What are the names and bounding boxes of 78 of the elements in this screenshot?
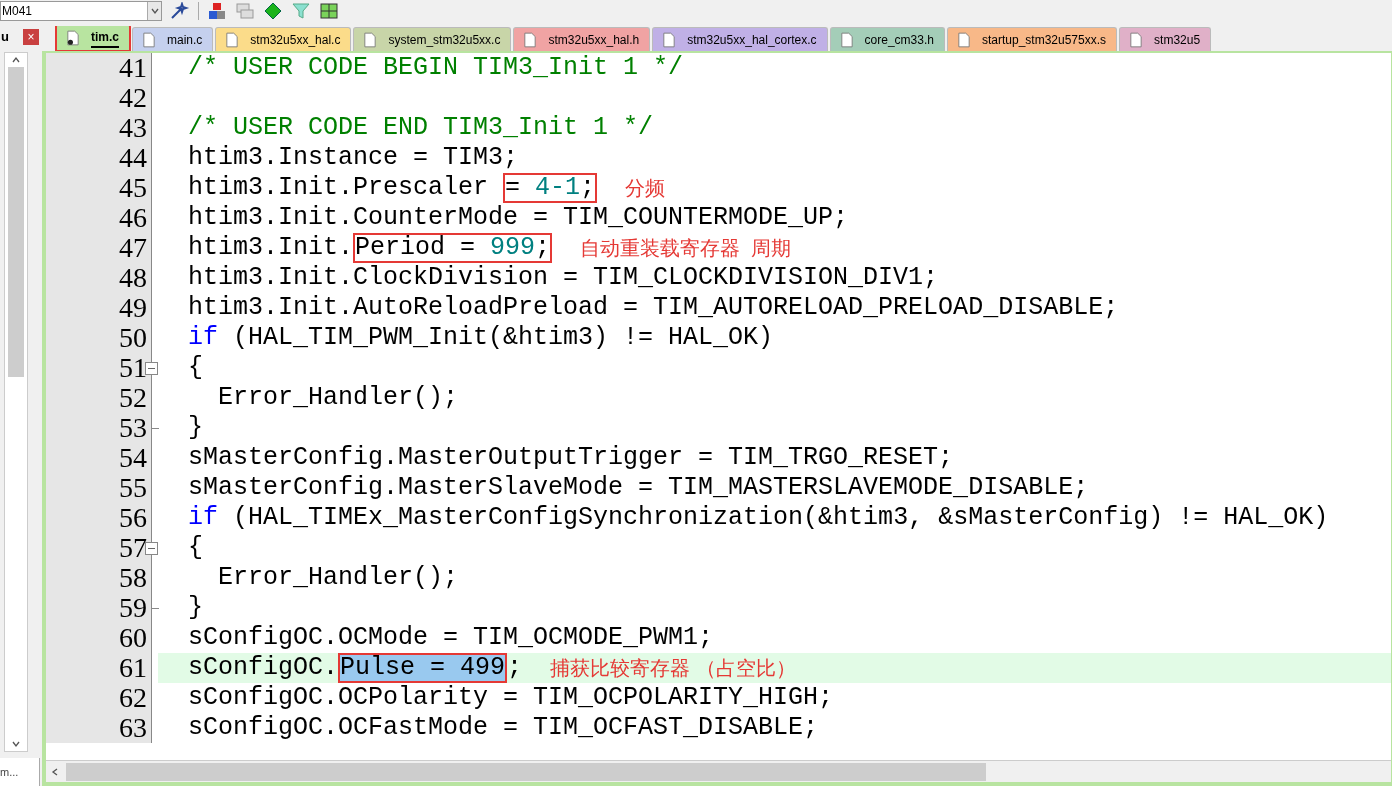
scroll-down-icon (11, 739, 21, 749)
code-token: sMasterConfig.MasterOutputTrigger = TIM_TRGO_RESET; (188, 445, 954, 471)
code-token: /* USER CODE END TIM3_Init 1 */ (188, 115, 654, 141)
blocks-icon[interactable] (207, 2, 227, 20)
code-token: Period = (353, 233, 491, 263)
code-token: sMasterConfig.MasterSlaveMode = TIM_MASTERSLAVEMODE_DISABLE; (188, 475, 1089, 501)
fold-icon[interactable] (145, 361, 158, 375)
file-tab[interactable]: stm32u5 (1119, 27, 1212, 51)
file-tab[interactable]: stm32u5xx_hal.h (513, 27, 651, 51)
grid-icon[interactable] (319, 2, 339, 20)
line-number: 50 (119, 324, 147, 352)
annotation-note: 自动重装载寄存器 周期 (580, 236, 792, 261)
code-token: Error_Handler(); (217, 565, 459, 591)
annotation-note: 捕获比较寄存器 （占空比） (550, 656, 796, 681)
code-token: htim3.Init.Prescaler (188, 175, 490, 201)
code-token: if (188, 325, 218, 351)
code-token: htim3.Instance = TIM3; (188, 145, 519, 171)
file-tab[interactable]: system_stm32u5xx.c (353, 27, 512, 51)
code-token: htim3.Init.ClockDivision = TIM_CLOCKDIVISION_DIV1; (188, 265, 939, 291)
code-token: htim3.Init. (188, 235, 354, 261)
line-number: 60 (119, 624, 147, 652)
line-number: 54 (119, 444, 147, 472)
line-number: 44 (119, 144, 147, 172)
line-number: 45 (119, 174, 147, 202)
wand-icon[interactable] (170, 2, 190, 20)
code-token: htim3.Init.CounterMode = TIM_COUNTERMODE_UP; (188, 205, 849, 231)
code-token: sConfigOC. (188, 655, 339, 681)
line-number: 41 (119, 54, 147, 82)
line-number: 57 (119, 534, 147, 562)
code-token: Error_Handler(); (217, 385, 459, 411)
line-number: 52 (119, 384, 147, 412)
selected-code: Pulse = 499 (338, 653, 508, 683)
file-tab[interactable]: core_cm33.h (829, 27, 945, 51)
line-number: 46 (119, 204, 147, 232)
line-number: 42 (119, 84, 147, 112)
line-number: 58 (119, 564, 147, 592)
diamond-icon[interactable] (263, 2, 283, 20)
line-number: 47 (119, 234, 147, 262)
horizontal-scrollbar[interactable] (46, 760, 1391, 782)
code-token: htim3.Init.AutoReloadPreload = TIM_AUTORELOAD_PRELOAD_DISABLE; (188, 295, 1119, 321)
file-tab[interactable]: startup_stm32u575xx.s (946, 27, 1118, 51)
line-number: 61 (119, 654, 147, 682)
line-number: 59 (119, 594, 147, 622)
line-number: 62 (119, 684, 147, 712)
file-tab[interactable]: stm32u5xx_hal.c (215, 27, 352, 51)
code-token: (HAL_TIMEx_MasterConfigSynchronization(&htim3, &sMasterConfig) != HAL_OK) (232, 505, 1329, 531)
line-number: 43 (119, 114, 147, 142)
line-number: 55 (119, 474, 147, 502)
scroll-up-icon (11, 55, 21, 65)
code-token: (HAL_TIM_PWM_Init(&htim3) != HAL_OK) (232, 325, 774, 351)
code-token: sConfigOC.OCFastMode = TIM_OCFAST_DISABLE; (188, 715, 819, 741)
line-number: 51 (119, 354, 147, 382)
file-tab[interactable]: stm32u5xx_hal_cortex.c (652, 27, 828, 51)
code-token: ; (507, 655, 523, 681)
vertical-scrollbar[interactable] (4, 52, 28, 752)
code-token: /* USER CODE BEGIN TIM3_Init 1 */ (188, 55, 684, 81)
panel-title: u (1, 28, 9, 47)
target-combo[interactable]: M041 (0, 1, 162, 21)
file-tab[interactable]: main.c (132, 27, 214, 51)
panel-tab[interactable]: m... (0, 758, 40, 786)
line-number: 49 (119, 294, 147, 322)
file-tab[interactable]: tim.c (56, 26, 130, 51)
scroll-left-icon (50, 766, 60, 777)
line-number: 48 (119, 264, 147, 292)
annotation-note: 分频 (625, 176, 666, 201)
fold-icon[interactable] (145, 541, 158, 555)
dropdown-icon (149, 6, 160, 16)
line-number: 56 (119, 504, 147, 532)
code-token: { (188, 535, 203, 561)
close-button[interactable]: × (23, 29, 39, 45)
line-number: 53 (119, 414, 147, 442)
code-token: } (188, 595, 203, 621)
line-number: 63 (119, 714, 147, 742)
code-token: { (188, 355, 203, 381)
code-token: sConfigOC.OCMode = TIM_OCMODE_PWM1; (188, 625, 714, 651)
code-token: if (188, 505, 218, 531)
code-token: } (188, 415, 203, 441)
code-token: sConfigOC.OCPolarity = TIM_OCPOLARITY_HIGH; (188, 685, 834, 711)
